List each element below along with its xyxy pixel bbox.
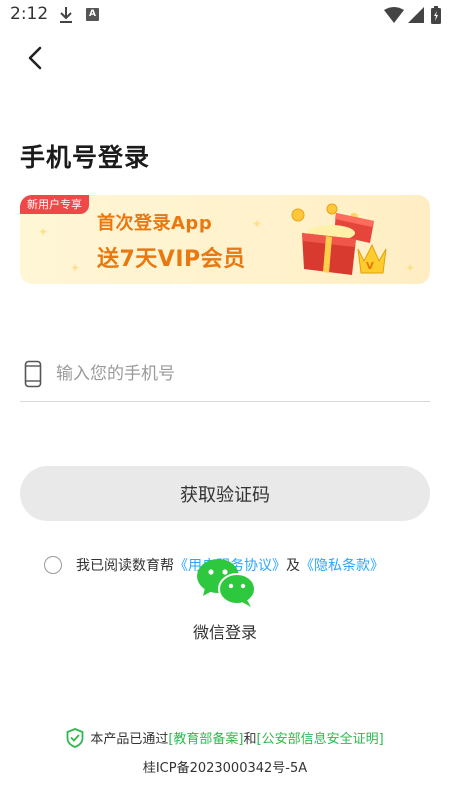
certification-prefix: 本产品已通过 — [90, 732, 169, 747]
a-badge-icon: A — [86, 8, 99, 21]
icp-number: 桂ICP备2023000342号-5A — [142, 761, 308, 776]
sparkle-icon: ✦ — [405, 261, 416, 275]
education-filing-link[interactable]: [教育部备案] — [168, 732, 243, 747]
back-arrow-icon[interactable] — [22, 44, 50, 72]
sparkle-icon: ✦ — [38, 225, 49, 239]
privacy-policy-link[interactable]: 《隐私条款》 — [300, 558, 384, 574]
signal-icon — [408, 7, 424, 23]
phone-icon — [24, 360, 42, 388]
status-bar: 2:12 A — [0, 0, 450, 30]
promo-line-1: 首次登录App — [97, 213, 213, 234]
wechat-login-label[interactable]: 微信登录 — [0, 619, 450, 643]
status-time: 2:12 — [10, 4, 49, 24]
security-certificate-link[interactable]: [公安部信息安全证明] — [257, 732, 384, 747]
battery-icon — [431, 6, 441, 24]
agreement-conjunction: 及 — [286, 558, 300, 574]
wechat-icon[interactable] — [195, 556, 257, 608]
certification-mid: 和 — [243, 732, 257, 747]
promo-banner[interactable]: 新用户专享 ✦ ✦ ✦ ✦ 首次登录App 送7天VIP会员 V — [20, 195, 430, 284]
sparkle-icon: ✦ — [70, 261, 81, 275]
wifi-icon — [384, 7, 404, 23]
certification-notice: 本产品已通过[教育部备案]和[公安部信息安全证明] — [0, 728, 450, 748]
download-icon — [60, 7, 72, 23]
phone-number-input[interactable] — [56, 358, 416, 390]
agreement-checkbox[interactable] — [44, 556, 62, 574]
svg-text:V: V — [366, 261, 374, 272]
sparkle-icon: ✦ — [252, 217, 263, 231]
get-code-button[interactable]: 获取验证码 — [20, 466, 430, 521]
page-title: 手机号登录 — [20, 143, 151, 172]
shield-check-icon — [66, 728, 84, 748]
gift-box-crown-icon: V — [291, 203, 387, 275]
promo-line-2: 送7天VIP会员 — [97, 247, 246, 272]
new-user-badge: 新用户专享 — [20, 195, 89, 214]
phone-input-row — [20, 352, 430, 402]
agreement-prefix: 我已阅读数育帮 — [76, 558, 174, 574]
